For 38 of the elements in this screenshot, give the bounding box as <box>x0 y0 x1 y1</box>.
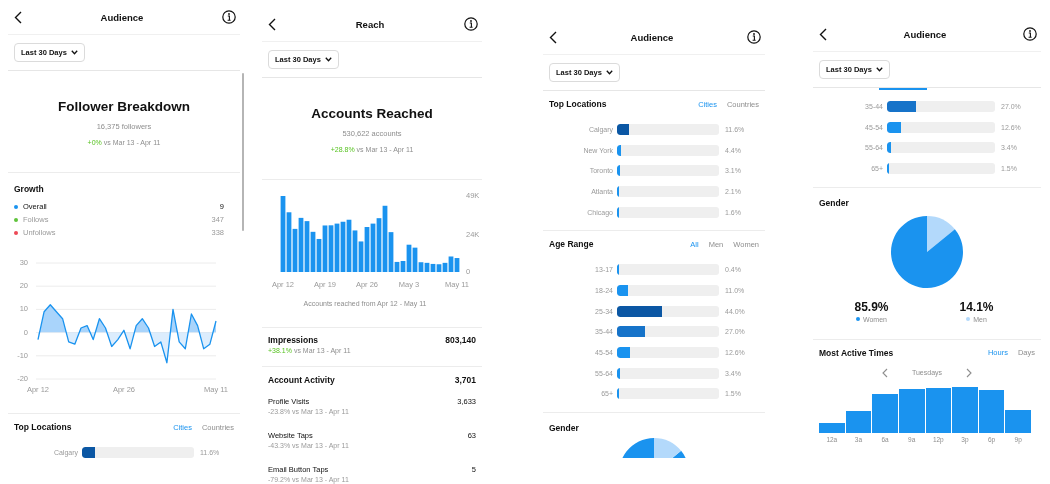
activity-bar <box>898 388 925 433</box>
section-title: Growth <box>14 184 45 194</box>
chevron-down-icon <box>70 50 78 55</box>
tab-underline <box>879 88 927 90</box>
section-title: Gender <box>549 423 580 434</box>
chevron-down-icon <box>605 70 613 75</box>
back-icon[interactable] <box>14 10 22 24</box>
scrollbar[interactable] <box>242 73 244 231</box>
section-heading: Accounts Reached <box>311 106 433 121</box>
chevron-left-icon[interactable] <box>881 367 888 378</box>
back-icon[interactable] <box>549 30 557 44</box>
metric-value: 803,140 <box>445 335 476 345</box>
metric-value: 3,701 <box>454 375 476 385</box>
section-title: Gender <box>819 197 850 208</box>
info-icon[interactable] <box>1023 27 1037 41</box>
percentage-value: 14.1% <box>959 299 994 314</box>
activity-bar <box>925 387 952 433</box>
back-icon[interactable] <box>268 17 276 31</box>
activity-bar <box>952 386 978 433</box>
section-title: Top Locations <box>549 99 607 109</box>
back-icon[interactable] <box>819 27 827 41</box>
metric-title: Impressions <box>268 335 319 345</box>
section-title: Account Activity <box>268 375 335 385</box>
section-title: Age Range <box>549 239 594 250</box>
screen-title: Audience <box>100 11 144 23</box>
section-heading: Follower Breakdown <box>58 99 190 114</box>
chevron-down-icon <box>875 67 883 72</box>
screen-title: Audience <box>630 31 674 43</box>
section-title: Most Active Times <box>819 347 894 358</box>
percentage-value: 85.9% <box>854 299 889 314</box>
section-title: Top Locations <box>14 422 72 432</box>
info-icon[interactable] <box>222 10 236 24</box>
info-icon[interactable] <box>464 17 478 31</box>
screen-title: Audience <box>903 28 947 40</box>
info-icon[interactable] <box>747 30 761 44</box>
chevron-right-icon[interactable] <box>966 367 973 378</box>
chevron-down-icon <box>324 57 332 62</box>
screen-title: Reach <box>355 18 385 30</box>
